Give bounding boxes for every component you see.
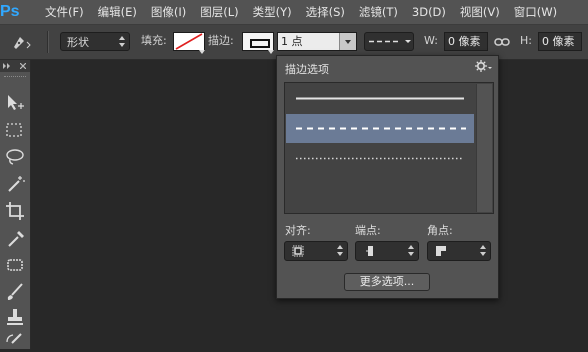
menu-view[interactable]: 视图(V) [453,0,507,24]
h-label: H: [520,34,532,47]
menu-bar: Ps 文件(F) 编辑(E) 图像(I) 图层(L) 类型(Y) 选择(S) 滤… [0,0,588,25]
gear-icon[interactable] [474,59,492,73]
updown-arrows-icon [408,245,414,256]
fill-swatch[interactable] [173,32,205,51]
fill-label: 填充: [141,34,167,47]
no-color-slash-icon [175,33,203,50]
tools-panel-header [0,60,30,72]
main-menu: 文件(F) 编辑(E) 图像(I) 图层(L) 类型(Y) 选择(S) 滤镜(T… [38,0,564,24]
h-field[interactable]: 0 像素 [538,32,582,51]
dashed-line-icon [296,127,466,130]
separator [47,31,49,53]
updown-arrows-icon [480,245,486,256]
tools-panel [0,60,31,349]
healing-brush-tool-icon[interactable] [3,254,27,276]
photoshop-logo[interactable]: Ps [0,2,30,22]
corners-label: 角点: [427,224,453,237]
stroke-width-value: 1 点 [281,35,303,48]
stroke-preview-icon [250,39,270,48]
w-label: W: [424,34,438,47]
more-options-button[interactable]: 更多选项... [344,273,430,291]
line-style-scrollbar[interactable] [476,84,492,212]
dashed-line-icon [369,40,411,43]
solid-line-icon [296,97,464,100]
stroke-options-panel: 描边选项 对齐: 端点: 角点: 更多选项... [276,55,499,299]
menu-window[interactable]: 窗口(W) [507,0,564,24]
menu-edit[interactable]: 编辑(E) [91,0,144,24]
dotted-line-icon [296,157,464,160]
chevron-down-icon [345,40,351,44]
stroke-options-title: 描边选项 [285,63,329,76]
updown-arrows-icon [337,245,343,256]
menu-file[interactable]: 文件(F) [38,0,91,24]
cap-icon [366,246,373,256]
stroke-width-field[interactable]: 1 点 [277,32,357,51]
mode-dropdown[interactable]: 形状 [60,32,130,51]
align-inside-icon [292,245,304,257]
chevron-down-icon [268,50,274,54]
align-label: 对齐: [285,224,311,237]
line-style-dashed[interactable] [286,114,474,143]
move-tool-icon[interactable] [3,92,27,114]
menu-3d[interactable]: 3D(D) [405,0,453,24]
stroke-swatch[interactable] [242,32,274,51]
align-dropdown[interactable] [284,241,348,261]
crop-tool-icon[interactable] [3,200,27,222]
line-style-solid[interactable] [286,84,474,113]
stroke-label: 描边: [208,34,234,47]
pen-icon[interactable] [10,33,34,51]
w-field[interactable]: 0 像素 [444,32,488,51]
stroke-width-dropdown-button[interactable] [339,33,356,50]
close-icon[interactable] [20,63,26,69]
menu-layer[interactable]: 图层(L) [193,0,245,24]
lasso-tool-icon[interactable] [3,146,27,168]
link-icon[interactable] [494,36,510,48]
corners-dropdown[interactable] [427,241,491,261]
menu-filter[interactable]: 滤镜(T) [352,0,405,24]
updown-arrows-icon [119,36,125,47]
stroke-type-dropdown[interactable] [364,32,414,51]
magic-wand-tool-icon[interactable] [3,173,27,195]
chevron-down-icon [199,50,205,54]
mode-value: 形状 [67,36,89,49]
menu-type[interactable]: 类型(Y) [246,0,299,24]
menu-select[interactable]: 选择(S) [299,0,352,24]
marquee-tool-icon[interactable] [3,119,27,141]
menu-image[interactable]: 图像(I) [144,0,193,24]
corner-icon [436,246,446,256]
expand-icon[interactable] [3,63,13,69]
caps-dropdown[interactable] [355,241,419,261]
brush-tool-icon[interactable] [3,281,27,303]
clone-stamp-tool-icon[interactable] [3,306,27,328]
line-style-list [284,82,494,214]
eyedropper-tool-icon[interactable] [3,227,27,249]
panel-grip[interactable] [4,76,26,79]
line-style-dotted[interactable] [286,144,474,173]
caps-label: 端点: [355,224,381,237]
